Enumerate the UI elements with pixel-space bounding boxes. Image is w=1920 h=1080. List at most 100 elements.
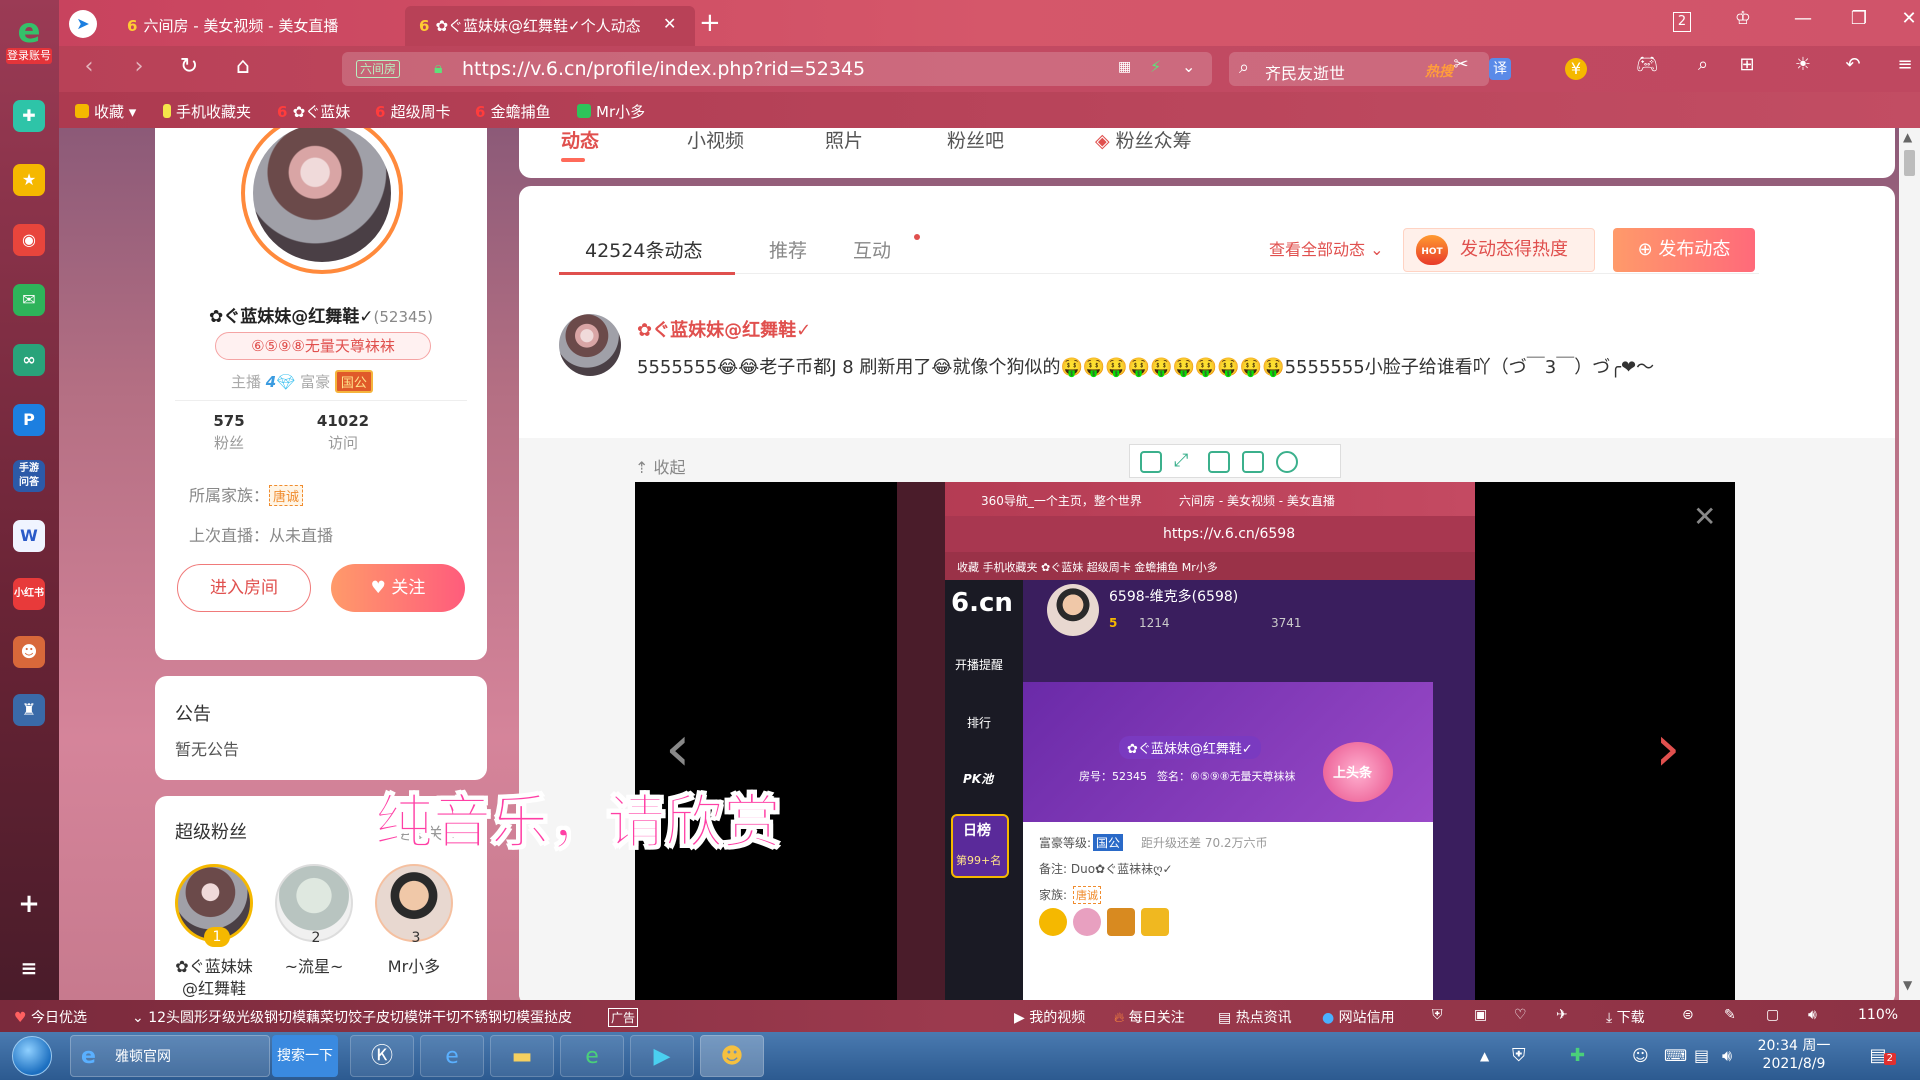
heart-status-icon[interactable]: ♡ — [1514, 1007, 1527, 1023]
search-input[interactable]: 齐民友逝世 — [1265, 60, 1345, 84]
hot-news[interactable]: ▤ 热点资讯 — [1218, 1007, 1292, 1027]
p-app-icon[interactable]: P — [13, 404, 45, 436]
coin-icon[interactable]: ¥ — [1565, 58, 1587, 80]
today-picks[interactable]: ♥ 今日优选 — [14, 1007, 87, 1027]
ad-ticker[interactable]: ⌄ 12头圆形牙级光级钢切模藕菜切饺子皮切模饼干切不锈钢切模蛋挞皮 — [132, 1007, 632, 1027]
chevron-down-icon[interactable]: ⌄ — [1182, 57, 1195, 76]
tab-count-badge[interactable]: 2 — [1673, 12, 1691, 32]
image-status-icon[interactable]: ▣ — [1474, 1007, 1487, 1023]
taskbar-clock[interactable]: 20:34 周一 2021/8/9 — [1754, 1037, 1834, 1073]
main-menu-icon[interactable]: ≡ — [1889, 54, 1920, 75]
minimize-icon[interactable]: — — [1787, 8, 1819, 29]
navigate-icon[interactable]: ➤ — [69, 10, 97, 38]
zoom-level[interactable]: 110% — [1858, 1007, 1898, 1023]
keyboard-icon[interactable]: ⌨ — [1664, 1035, 1687, 1077]
brightness-icon[interactable]: ☀ — [1787, 54, 1819, 75]
taskbar-search-box[interactable]: e 雅顿官网 — [70, 1035, 270, 1077]
tab-home[interactable]: 6 六间房 - 美女视频 - 美女直播 — [113, 6, 405, 46]
follow-button[interactable]: ♥ 关注 — [331, 564, 465, 612]
site-credit[interactable]: ● 网站信用 — [1322, 1007, 1395, 1027]
security-shield-icon[interactable]: ⛨ — [1512, 1035, 1526, 1077]
plus-tool-icon[interactable]: ✚ — [13, 100, 45, 132]
tab-crowdfunding[interactable]: ◈ 粉丝众筹 — [1095, 128, 1192, 153]
post-author[interactable]: ✿ぐ蓝妹妹@红舞鞋✓ — [637, 316, 811, 342]
shield-status-icon[interactable]: ⛨ — [1432, 1007, 1443, 1023]
taskbar-search-button[interactable]: 搜索一下 — [272, 1035, 338, 1077]
bookmark-favorites[interactable]: 收藏 ▾ — [75, 101, 136, 122]
scroll-thumb[interactable] — [1904, 150, 1915, 176]
tab-interaction[interactable]: 互动 — [853, 236, 891, 263]
network-icon[interactable]: ▤ — [1694, 1035, 1709, 1077]
action-center-icon[interactable]: ▤ 2 — [1858, 1035, 1898, 1077]
collapse-link[interactable]: ⇡ 收起 — [635, 454, 686, 478]
downloads[interactable]: ⤓ 下载 — [1606, 1007, 1645, 1027]
close-tab-icon[interactable]: ✕ — [663, 14, 676, 33]
visits-stat[interactable]: 41022 访问 — [293, 412, 393, 453]
file-explorer-icon[interactable]: ▬ — [490, 1035, 554, 1077]
game-castle-icon[interactable]: ♜ — [13, 694, 45, 726]
tab-fan-forum[interactable]: 粉丝吧 — [947, 128, 1004, 153]
volume-icon[interactable]: 🔊︎ — [1808, 1007, 1817, 1023]
fullscreen-icon[interactable]: ⤢ — [1174, 451, 1196, 473]
view-all-dropdown[interactable]: 查看全部动态 ⌄ — [1269, 236, 1384, 260]
volume-icon[interactable]: 🔊︎ — [1722, 1035, 1732, 1077]
magnifier-tool-icon[interactable]: ⌕ — [1687, 54, 1719, 75]
translate-status-icon[interactable]: ⊜ — [1682, 1007, 1694, 1023]
mail-icon[interactable]: ✉ — [13, 284, 45, 316]
settings-gear-icon[interactable] — [1276, 451, 1298, 473]
refresh-icon[interactable]: ↻ — [173, 54, 205, 79]
k-app-icon[interactable]: Ⓚ — [350, 1035, 414, 1077]
fan-item[interactable]: 3 Mr小多 — [369, 864, 459, 978]
show-hidden-icons[interactable]: ▲ — [1480, 1035, 1489, 1077]
close-window-icon[interactable]: ✕ — [1893, 8, 1920, 29]
gamepad-icon[interactable]: 🎮︎ — [1631, 54, 1663, 75]
avatar[interactable] — [559, 314, 621, 376]
bookmark-profile[interactable]: 6 ✿ぐ蓝妹 — [277, 101, 350, 122]
rail-menu-icon[interactable]: ≡ — [13, 952, 45, 984]
restore-icon[interactable]: ❐ — [1843, 8, 1875, 29]
tray-plus-icon[interactable]: ✚ — [1570, 1035, 1585, 1077]
add-rail-item-icon[interactable]: + — [13, 888, 45, 920]
document-icon[interactable]: W — [13, 520, 45, 552]
tab-short-video[interactable]: 小视频 — [687, 128, 744, 153]
shirt-skin-icon[interactable]: ♔ — [1727, 8, 1759, 29]
xiaohongshu-icon[interactable]: 小红书 — [13, 578, 45, 610]
back-icon[interactable]: ‹ — [73, 54, 105, 79]
scroll-up-icon[interactable]: ▲ — [1903, 130, 1912, 144]
lightning-icon[interactable]: ⚡ — [1150, 57, 1161, 76]
tab-dynamics[interactable]: 动态 — [561, 128, 599, 153]
forward-icon[interactable]: › — [123, 54, 155, 79]
rocket-icon[interactable]: ✈ — [1556, 1007, 1568, 1023]
publish-post-button[interactable]: ⊕ 发布动态 — [1613, 228, 1755, 272]
tab-recommend[interactable]: 推荐 — [769, 236, 807, 263]
apps-grid-icon[interactable]: ⊞ — [1731, 54, 1763, 75]
chat-app-icon[interactable]: ☻ — [700, 1035, 764, 1077]
save-image-icon[interactable] — [1208, 451, 1230, 473]
share-icon[interactable] — [1242, 451, 1264, 473]
window-icon[interactable]: ▢ — [1766, 1007, 1779, 1023]
bookmark-mobile[interactable]: 手机收藏夹 — [163, 101, 251, 122]
browser-logo[interactable]: e 登录账号 — [6, 14, 52, 74]
daily-follow[interactable]: 🔥︎ 每日关注 — [1114, 1007, 1185, 1027]
tab-photos[interactable]: 照片 — [825, 128, 863, 153]
page-scrollbar[interactable]: ▲ ▼ — [1899, 128, 1920, 1000]
internet-explorer-icon[interactable]: e — [420, 1035, 484, 1077]
game-character-icon[interactable]: ☻ — [13, 636, 45, 668]
tab-profile[interactable]: 6 ✿ぐ蓝妹妹@红舞鞋✓个人动态 — [405, 6, 695, 46]
fan-item[interactable]: 1 ✿ぐ蓝妹妹@红舞鞋 — [169, 864, 259, 1000]
my-videos[interactable]: ▶ 我的视频 — [1014, 1007, 1085, 1027]
close-viewer-icon[interactable]: ✕ — [1693, 500, 1716, 533]
browser-360-icon[interactable]: e — [560, 1035, 624, 1077]
fans-stat[interactable]: 575 粉丝 — [179, 412, 279, 453]
profile-avatar-ring[interactable] — [241, 128, 403, 274]
scroll-down-icon[interactable]: ▼ — [1903, 978, 1912, 992]
family-badge[interactable]: 唐诚 — [269, 485, 304, 506]
new-tab-icon[interactable]: + — [699, 8, 721, 38]
translate-icon[interactable]: 译 — [1489, 58, 1511, 80]
home-icon[interactable]: ⌂ — [227, 54, 259, 79]
feather-icon[interactable]: ✎ — [1724, 1007, 1736, 1023]
fan-item[interactable]: 2 ~流星~ — [269, 864, 359, 978]
start-button[interactable] — [12, 1036, 52, 1076]
weibo-icon[interactable]: ◉ — [13, 224, 45, 256]
qr-code-icon[interactable]: ▦ — [1118, 59, 1131, 75]
